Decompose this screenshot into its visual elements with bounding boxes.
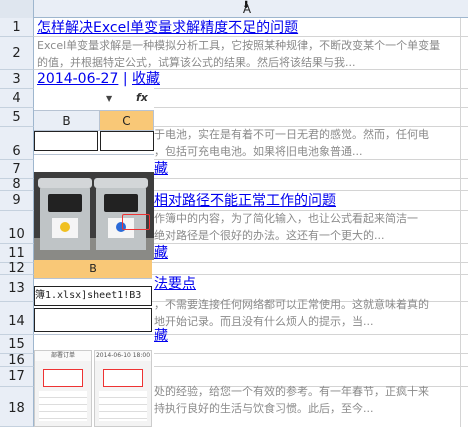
column-header-b: B <box>34 260 152 279</box>
summary-line: ，不需要连接任何网络都可以正常使用。这就意味着真的 <box>154 298 429 311</box>
summary-line: 于电池，实在是有着不可一日无君的感觉。然而，任何电 <box>154 128 429 141</box>
column-gridline <box>460 18 461 427</box>
phone-screenshot: 2014-06-10 18:00 <box>94 350 152 427</box>
bordered-cell <box>100 131 154 151</box>
row-header-16[interactable]: 16 <box>0 354 34 367</box>
summary-line: 绝对路径是个很好的办法。这还有一个更大的... <box>154 229 385 242</box>
highlight-box <box>122 214 150 230</box>
article-summary: Excel单变量求解是一种模拟分析工具，它按照某种规律，不断改变某个一个单变量 … <box>37 37 455 71</box>
bordered-cell <box>34 308 152 332</box>
highlight-box <box>103 369 143 387</box>
phone-caption: 2014-06-10 18:00 <box>95 351 151 361</box>
row-header-6[interactable]: 6 <box>0 127 34 160</box>
row-header-14[interactable]: 14 <box>0 302 34 335</box>
meta-separator: | <box>122 71 128 87</box>
row-header-1[interactable]: 1 <box>0 18 34 37</box>
row-gridline <box>34 154 154 155</box>
row-header-10[interactable]: 10 <box>0 211 34 244</box>
column-header-a[interactable]: A <box>34 0 460 18</box>
favorite-link[interactable]: 藏 <box>154 244 168 262</box>
highlight-box <box>43 369 83 387</box>
favorite-link[interactable]: 藏 <box>154 327 168 345</box>
row-header-12[interactable]: 12 <box>0 262 34 275</box>
article-meta: 2014-06-27 | 收藏 <box>37 70 160 88</box>
summary-line: 作簿中的内容，为了简化输入，也让公式看起来简洁一 <box>154 212 418 225</box>
row-header-15[interactable]: 15 <box>0 335 34 354</box>
spreadsheet: ⬇ A 1 2 3 4 5 6 7 8 9 10 11 12 13 14 15 … <box>0 0 468 427</box>
thumbnail-phone-screens[interactable]: 部署订单 2014-06-10 18:00 <box>34 350 154 427</box>
thumbnail-formula-bar[interactable]: ▼ fx B C <box>34 88 154 160</box>
dropdown-arrow-icon: ▼ <box>106 94 113 103</box>
article-date[interactable]: 2014-06-27 <box>37 71 118 87</box>
recycle-bin-icon <box>38 178 92 250</box>
row-header-9[interactable]: 9 <box>0 191 34 211</box>
formula-cell: 簿1.xlsx]sheet1!B3 <box>34 286 152 306</box>
formula-bar: ▼ fx <box>34 88 154 111</box>
row-header-2[interactable]: 2 <box>0 37 34 70</box>
summary-line: 处的经验，给您一个有效的参考。有一年春节，正疯十来 <box>154 385 429 398</box>
thumbnail-trash-bins-photo[interactable] <box>34 172 154 260</box>
row-header-4[interactable]: 4 <box>0 89 34 108</box>
summary-line: Excel单变量求解是一种模拟分析工具，它按照某种规律，不断改变某个一个单变量 <box>37 39 441 52</box>
summary-line: 持执行良好的生活与饮食习惯。此后，至今... <box>154 402 374 415</box>
column-header-bar: ⬇ A <box>0 0 468 18</box>
row-header-5[interactable]: 5 <box>0 108 34 127</box>
text-lines <box>39 391 87 421</box>
article-title-link[interactable]: 怎样解决Excel单变量求解精度不足的问题 <box>37 19 298 37</box>
phone-caption: 部署订单 <box>35 351 91 361</box>
thumbnail-path-formula[interactable]: B 簿1.xlsx]sheet1!B3 <box>34 260 152 352</box>
summary-line: ，包括可充电电池。如果将旧电池象普通... <box>154 145 363 158</box>
row-header-8[interactable]: 8 <box>0 178 34 191</box>
select-all-corner[interactable] <box>0 0 34 18</box>
text-lines <box>99 391 147 421</box>
fx-icon: fx <box>136 91 148 104</box>
bordered-cell <box>34 131 98 151</box>
column-header-c: C <box>100 111 154 131</box>
column-header-b: B <box>34 111 100 131</box>
row-header-13[interactable]: 13 <box>0 275 34 302</box>
row-header-3[interactable]: 3 <box>0 70 34 89</box>
summary-line: 的值，并根据特定公式，试算该公式的结果。然后将该结果与我... <box>37 56 356 69</box>
favorite-link[interactable]: 收藏 <box>132 71 160 87</box>
article-title-link[interactable]: 相对路径不能正常工作的问题 <box>154 192 336 210</box>
summary-line: 地开始记录。而且没有什么烦人的提示，当... <box>154 315 374 328</box>
favorite-link[interactable]: 藏 <box>154 160 168 178</box>
row-header-18[interactable]: 18 <box>0 387 34 427</box>
phone-screenshot: 部署订单 <box>34 350 92 427</box>
row-header-17[interactable]: 17 <box>0 367 34 387</box>
article-title-link[interactable]: 法要点 <box>154 275 196 293</box>
